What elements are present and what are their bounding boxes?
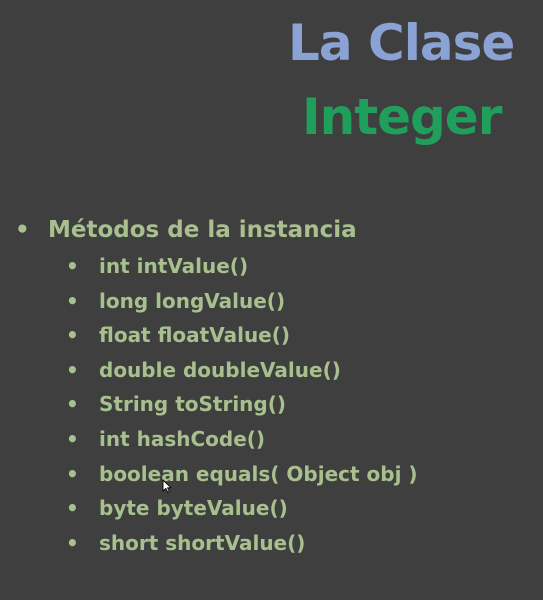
- mouse-pointer-icon: [162, 479, 172, 493]
- bullet-list: • Métodos de la instancia • int intValue…: [0, 216, 543, 561]
- bullet-dot: •: [66, 426, 79, 451]
- bullet-heading-item: • Métodos de la instancia: [0, 216, 543, 250]
- method-label: double doubleValue(): [99, 357, 341, 382]
- method-item: • short shortValue(): [0, 527, 543, 562]
- method-label: long longValue(): [99, 288, 286, 313]
- method-item: • byte byteValue(): [0, 492, 543, 527]
- method-item: • int intValue(): [0, 250, 543, 285]
- method-item: • float floatValue(): [0, 319, 543, 354]
- method-label: String toString(): [99, 392, 287, 417]
- bullet-dot: •: [66, 254, 79, 278]
- method-label: short shortValue(): [99, 530, 306, 555]
- method-label: boolean equals( Object obj ): [99, 461, 418, 486]
- bullet-dot: •: [66, 288, 79, 313]
- bullet-dot: •: [66, 461, 79, 486]
- method-item: • String toString(): [0, 388, 543, 423]
- method-item: • long longValue(): [0, 285, 543, 320]
- method-item: • double doubleValue(): [0, 354, 543, 389]
- bullet-dot: •: [66, 323, 79, 348]
- bullet-dot: •: [66, 357, 79, 382]
- bullet-heading: Métodos de la instancia: [48, 217, 357, 243]
- method-item: • boolean equals( Object obj ): [0, 458, 543, 493]
- bullet-dot: •: [66, 392, 79, 417]
- method-label: float floatValue(): [99, 323, 291, 348]
- bullet-dot: •: [15, 217, 30, 243]
- slide: La Clase Integer • Métodos de la instanc…: [0, 0, 543, 600]
- slide-title-line1: La Clase: [288, 14, 515, 72]
- slide-title-line2: Integer: [302, 88, 502, 146]
- method-item: • int hashCode(): [0, 423, 543, 458]
- bullet-dot: •: [66, 530, 79, 555]
- bullet-dot: •: [66, 496, 79, 521]
- method-label: byte byteValue(): [99, 496, 288, 521]
- method-label: int intValue(): [99, 254, 249, 278]
- method-label: int hashCode(): [99, 426, 266, 451]
